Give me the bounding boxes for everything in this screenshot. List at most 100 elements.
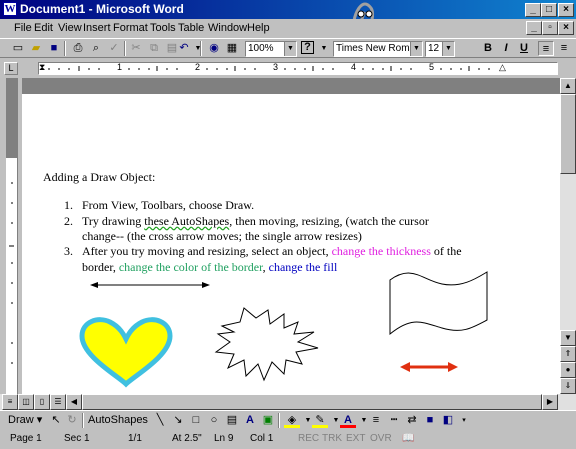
heart-shape[interactable] [79,317,173,388]
toolbar-separator [278,413,280,428]
indent-marker-icon[interactable]: ⧗ [39,62,45,73]
insert-hyperlink-icon[interactable]: ◉ [206,41,222,56]
horizontal-ruler[interactable]: L 1 2 3 4 5 ⧗ △ [0,59,576,78]
outline-view-icon[interactable]: ☰ [50,394,66,410]
italic-button[interactable]: I [498,41,514,56]
web-layout-view-icon[interactable]: ◫ [18,394,34,410]
red-double-arrow-shape[interactable] [400,362,458,372]
explosion-shape[interactable] [214,307,319,382]
window-title: Document1 - Microsoft Word [20,2,184,16]
doc-restore-button[interactable]: ▫ [542,21,558,35]
right-indent-marker-icon[interactable]: △ [499,62,506,73]
vertical-scrollbar[interactable]: ▲ ▼ ⇑ ● ⇓ [560,78,576,394]
title-bar: W Document1 - Microsoft Word _ □ × [0,0,576,19]
arrow-tool-icon[interactable]: ↘ [170,413,186,428]
close-button[interactable]: × [558,3,574,17]
help-dropdown-icon[interactable]: ▼ [316,41,332,56]
doc-close-button[interactable]: × [558,21,574,35]
tables-icon[interactable]: ▦ [224,41,240,56]
draw-menu-button[interactable]: Draw ▾ [8,413,44,428]
line-color-icon[interactable]: ✎ [312,413,328,428]
menu-bar: File Edit View Insert Format Tools Table… [0,19,576,38]
copy-icon[interactable]: ⧉ [146,41,162,56]
vertical-ruler-strip [6,78,18,394]
status-ext[interactable]: EXT [346,432,365,446]
print-icon[interactable]: ⎙ [70,41,86,56]
menu-view[interactable]: View [58,22,82,34]
status-column: Col 1 [250,433,274,444]
scroll-up-icon[interactable]: ▲ [560,78,576,94]
horizontal-scrollbar[interactable]: ≡ ◫ ▯ ☰ ◀ ▶ [0,394,576,410]
font-color-icon[interactable]: A [340,413,356,428]
underline-button[interactable]: U [516,41,532,56]
new-document-icon[interactable]: ▭ [10,41,26,56]
status-rec[interactable]: REC [298,432,319,446]
print-layout-view-icon[interactable]: ▯ [34,394,50,410]
normal-view-icon[interactable]: ≡ [2,394,18,410]
cut-icon[interactable]: ✂ [128,41,144,56]
select-browse-object-icon[interactable]: ● [560,362,576,378]
double-arrow-shape[interactable] [90,282,210,288]
maximize-button[interactable]: □ [541,3,557,17]
menu-table[interactable]: Table [178,22,204,34]
help-icon[interactable]: ? [301,41,314,54]
scroll-down-icon[interactable]: ▼ [560,330,576,346]
select-objects-icon[interactable]: ↖ [48,413,64,428]
menu-edit[interactable]: Edit [34,22,53,34]
next-page-icon[interactable]: ⇓ [560,378,576,394]
minimize-button[interactable]: _ [525,3,541,17]
chevron-down-icon[interactable]: ▼ [442,42,454,56]
chevron-down-icon[interactable]: ▼ [284,42,296,56]
document-page[interactable]: Adding a Draw Object: 1. From View, Tool… [22,94,560,394]
3d-icon[interactable]: ◧ [440,413,456,428]
spelling-icon[interactable]: ✓ [106,41,122,56]
line-style-icon[interactable]: ≡ [368,413,384,428]
font-select[interactable]: Times New Roman ▼ [333,41,423,57]
tab-selector-icon[interactable]: L [4,62,18,75]
text-box-icon[interactable]: ▤ [224,413,240,428]
menu-file[interactable]: File [14,22,32,34]
align-center-icon[interactable]: ≡ [556,41,572,56]
oval-tool-icon[interactable]: ○ [206,413,222,428]
wave-shape[interactable] [389,271,488,336]
font-size-select[interactable]: 12 ▼ [425,41,455,57]
arrow-style-icon[interactable]: ⇄ [404,413,420,428]
save-icon[interactable]: ■ [46,41,62,56]
free-rotate-icon[interactable]: ↻ [64,413,80,428]
scroll-right-icon[interactable]: ▶ [542,394,558,410]
rectangle-tool-icon[interactable]: □ [188,413,204,428]
vertical-ruler-ticks [9,182,14,364]
status-ovr[interactable]: OVR [370,432,392,446]
fill-color-icon[interactable]: ◈ [284,413,300,428]
menu-window[interactable]: Window [208,22,247,34]
vertical-ruler[interactable] [0,78,22,394]
open-folder-icon[interactable]: ▰ [28,41,44,56]
bold-button[interactable]: B [480,41,496,56]
dash-style-icon[interactable]: ┅ [386,413,402,428]
shadow-icon[interactable]: ■ [422,413,438,428]
spelling-status-icon[interactable]: 📖 [402,432,414,446]
menu-tools[interactable]: Tools [150,22,176,34]
scroll-thumb[interactable] [560,94,576,174]
menu-help[interactable]: Help [247,22,270,34]
autoshapes-menu-button[interactable]: AutoShapes ▾ [88,413,150,441]
autoshapes-label: AutoShapes [88,414,148,426]
word-app-icon[interactable]: W [3,2,17,16]
align-left-icon[interactable]: ≡ [538,41,554,56]
doc-minimize-button[interactable]: _ [526,21,542,35]
ruler-number: 3 [273,62,279,72]
status-trk[interactable]: TRK [322,432,342,446]
previous-page-icon[interactable]: ⇑ [560,346,576,362]
menu-format[interactable]: Format [113,22,148,34]
wordart-icon[interactable]: A [242,413,258,428]
horizontal-scroll-thumb[interactable] [82,394,542,410]
clip-art-icon[interactable]: ▣ [260,413,276,428]
print-preview-icon[interactable]: ⌕ [88,41,104,56]
line-tool-icon[interactable]: ╲ [152,413,168,428]
more-buttons-icon[interactable]: ▾ [456,413,472,428]
scroll-left-icon[interactable]: ◀ [66,394,82,410]
zoom-select[interactable]: 100% ▼ [245,41,297,57]
menu-insert[interactable]: Insert [83,22,111,34]
chevron-down-icon[interactable]: ▼ [410,42,422,56]
undo-dropdown-icon[interactable]: ▼ [190,41,206,56]
